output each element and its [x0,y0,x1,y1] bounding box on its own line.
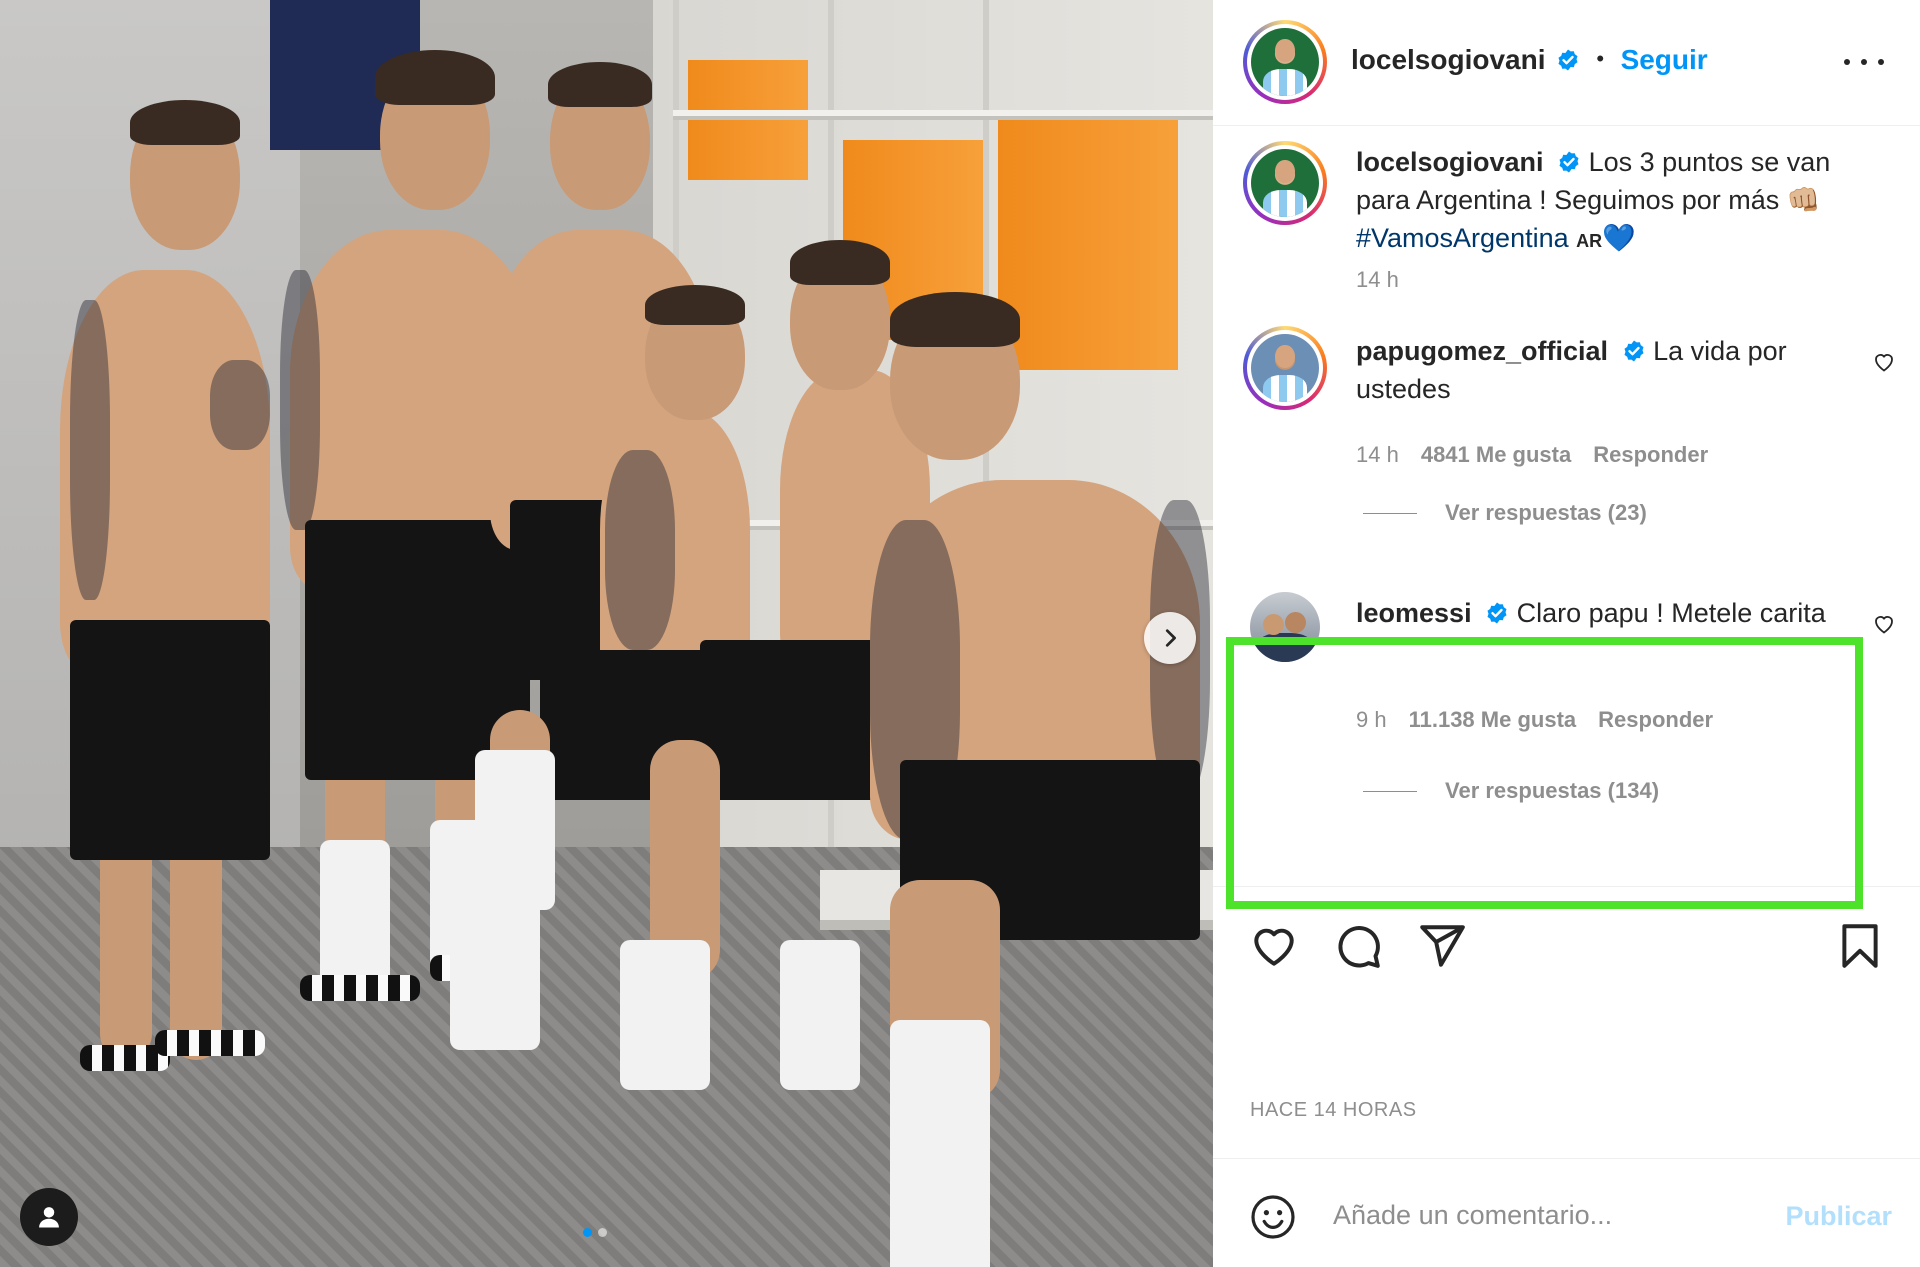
comment-input[interactable] [1333,1187,1753,1243]
bookmark-icon[interactable] [1835,921,1885,971]
comment-time[interactable]: 14 h [1356,442,1399,468]
view-replies-label: Ver respuestas (23) [1445,500,1647,525]
comment-text: leomessi Claro papu ! Metele carita [1356,594,1826,632]
post-actions: HACE 14 HORAS [1213,886,1920,1121]
chevron-right-icon [1165,629,1176,647]
comment-text: papugomez_official La vida por ustedes [1356,332,1826,408]
carousel-next-button[interactable] [1144,612,1196,664]
comment-like-heart-icon[interactable] [1872,612,1896,636]
comment-meta: 14 h 4841 Me gusta Responder [1356,442,1708,468]
paper-plane-icon[interactable] [1417,921,1467,971]
author-username[interactable]: locelsogiovani [1351,44,1546,75]
post-header: locelsogiovani • Seguir [1213,0,1920,126]
comment-composer: Publicar [1213,1158,1920,1267]
flag-emoji: AR [1576,231,1603,251]
view-replies-button[interactable]: Ver respuestas (23) [1363,500,1647,526]
comment-item: leomessi Claro papu ! Metele carita 9 h … [1213,582,1920,812]
caption-hashtag[interactable]: #VamosArgentina [1356,223,1569,253]
view-replies-label: Ver respuestas (134) [1445,778,1660,803]
comment-like-heart-icon[interactable] [1872,350,1896,374]
commenter-username[interactable]: leomessi [1356,598,1472,628]
post-media[interactable] [0,0,1213,1267]
comment-time[interactable]: 9 h [1356,707,1387,733]
heart-icon[interactable] [1249,921,1299,971]
caption-meta: 14 h [1356,267,1399,293]
post-caption: locelsogiovani Los 3 puntos se van para … [1213,127,1920,327]
photo-person [860,292,1213,1267]
caption-username[interactable]: locelsogiovani [1356,147,1544,177]
header-separator: • [1596,46,1605,71]
comment-likes[interactable]: 4841 Me gusta [1421,442,1571,468]
comment-meta: 9 h 11.138 Me gusta Responder [1356,707,1713,733]
reply-button[interactable]: Responder [1598,707,1713,733]
commenter-username[interactable]: papugomez_official [1356,336,1608,366]
carousel-dot-active [583,1228,592,1237]
caption-author-avatar[interactable] [1243,141,1327,225]
reply-button[interactable]: Responder [1593,442,1708,468]
caption-time[interactable]: 14 h [1356,267,1399,293]
verified-badge-icon [1624,340,1644,362]
photo-person [40,100,280,1100]
comment-icon[interactable] [1333,921,1383,971]
verified-badge-icon [1559,151,1579,173]
replies-divider [1363,790,1417,792]
commenter-avatar[interactable] [1243,326,1327,410]
verified-badge-icon [1558,49,1578,71]
replies-divider [1363,512,1417,514]
post-details-panel: locelsogiovani • Seguir locelsogiovani L… [1213,0,1920,1267]
post-timestamp[interactable]: HACE 14 HORAS [1250,1099,1417,1122]
carousel-indicator [583,1228,607,1237]
more-options-icon[interactable] [1844,50,1884,74]
fist-emoji: 👊🏼 [1786,185,1821,215]
emoji-icon[interactable] [1249,1193,1297,1241]
comment-likes[interactable]: 11.138 Me gusta [1409,707,1577,733]
blue-heart-emoji: 💙 [1602,223,1636,253]
author-avatar[interactable] [1243,20,1327,104]
comment-body: Claro papu ! Metele carita [1516,598,1826,628]
caption-text: locelsogiovani Los 3 puntos se van para … [1356,143,1856,260]
verified-badge-icon [1487,602,1507,624]
carousel-dot [598,1228,607,1237]
follow-button[interactable]: Seguir [1621,44,1708,75]
commenter-avatar[interactable] [1250,592,1320,662]
user-tag-icon [39,1207,59,1228]
view-replies-button[interactable]: Ver respuestas (134) [1363,778,1659,804]
comments-list[interactable]: locelsogiovani Los 3 puntos se van para … [1213,127,1920,887]
tagged-users-button[interactable] [20,1188,78,1246]
comment-item: papugomez_official La vida por ustedes 1… [1213,320,1920,530]
publish-button[interactable]: Publicar [1785,1201,1892,1232]
